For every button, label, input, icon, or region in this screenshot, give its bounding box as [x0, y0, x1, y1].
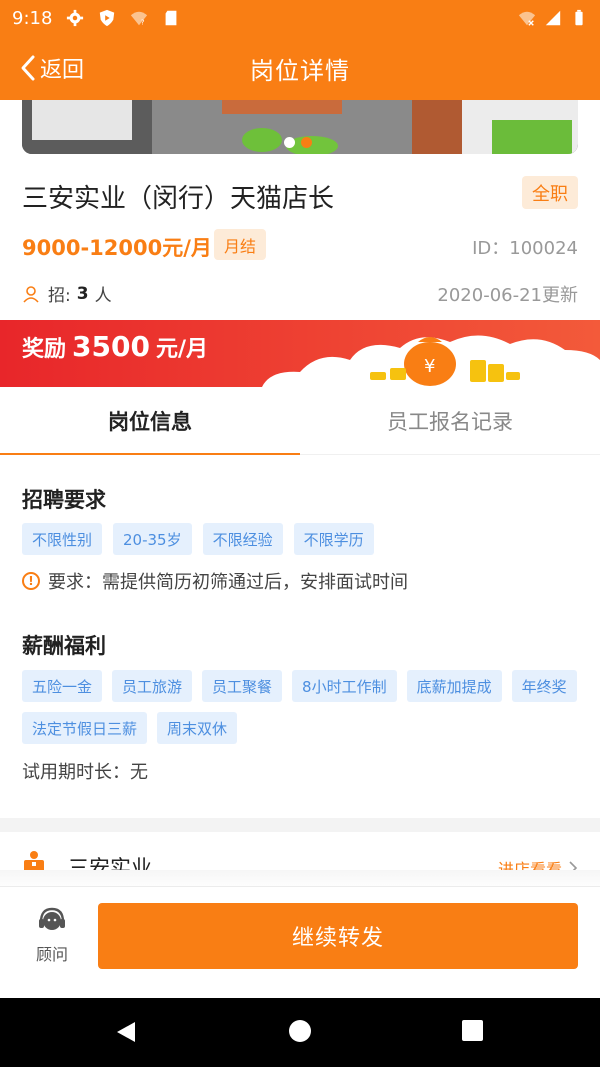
requirement-note: ! 要求：需提供简历初筛通过后，安排面试时间 [22, 568, 408, 594]
nav-recents-icon[interactable] [462, 1020, 483, 1041]
requirement-tag: 不限学历 [293, 523, 374, 555]
requirement-tag: 20-35岁 [113, 523, 192, 555]
benefit-tag: 员工聚餐 [202, 670, 283, 702]
reward-label: 奖励 [22, 337, 67, 362]
recruit-count-row: 招: 3 人 [22, 281, 112, 306]
back-label: 返回 [40, 58, 85, 83]
job-title: 三安实业（闵行）天猫店长 [22, 184, 335, 214]
benefits-tags-row1: 五险一金 员工旅游 员工聚餐 8小时工作制 底薪加提成 年终奖 [22, 670, 577, 702]
gear-icon [67, 9, 84, 27]
benefits-title: 薪酬福利 [22, 634, 106, 658]
tab-job-info[interactable]: 岗位信息 [0, 387, 300, 455]
requirement-tag: 不限性别 [22, 523, 103, 555]
job-id: ID：100024 [472, 238, 578, 259]
benefit-tag: 五险一金 [22, 670, 103, 702]
nav-back-icon[interactable] [115, 1020, 137, 1044]
update-date: 2020-06-21更新 [437, 285, 578, 306]
requirement-tag: 不限经验 [202, 523, 283, 555]
status-bar: 9:18 ? [0, 0, 600, 36]
recruit-label: 招: [48, 286, 71, 306]
recruit-count: 3 [76, 283, 89, 304]
section-divider [0, 818, 600, 832]
title-bar: 返回 岗位详情 [0, 36, 600, 100]
chevron-left-icon [21, 55, 35, 81]
benefit-tag: 法定节假日三薪 [22, 712, 148, 744]
shield-icon [100, 9, 115, 27]
trial-period: 试用期时长：无 [22, 762, 148, 783]
salary: 9000-12000元/月 [22, 236, 212, 260]
reward-amount: 3500 [72, 330, 150, 363]
svg-text:?: ? [141, 17, 145, 26]
job-type-badge: 全职 [522, 176, 578, 209]
alert-icon: ! [22, 572, 40, 590]
system-nav-bar [0, 998, 600, 1067]
advisor-button[interactable]: 顾问 [30, 905, 74, 965]
benefit-tag: 年终奖 [511, 670, 577, 702]
recruit-unit: 人 [94, 286, 112, 306]
company-icon [24, 851, 44, 872]
page-title: 岗位详情 [250, 56, 350, 85]
person-icon [23, 285, 39, 303]
bottom-action-bar: 顾问 继续转发 [0, 886, 600, 998]
continue-forward-button[interactable]: 继续转发 [98, 903, 578, 969]
benefit-tag: 周末双休 [157, 712, 238, 744]
sd-card-icon [166, 10, 177, 26]
requirement-note-text: 要求：需提供简历初筛通过后，安排面试时间 [48, 572, 408, 593]
reward-unit: 元/月 [155, 337, 208, 362]
benefits-tags-row2: 法定节假日三薪 周末双休 [22, 712, 238, 744]
carousel-dot [284, 137, 295, 148]
svg-text:¥: ¥ [424, 356, 435, 377]
advisor-label: 顾问 [35, 945, 68, 964]
carousel-dot-active [301, 137, 312, 148]
reward-text: 奖励 3500 元/月 [22, 330, 208, 363]
requirements-title: 招聘要求 [22, 488, 106, 512]
back-button[interactable]: 返回 [20, 50, 84, 86]
wifi-unknown-icon: ? [131, 11, 148, 26]
benefit-tag: 员工旅游 [112, 670, 193, 702]
carousel-indicator [284, 137, 312, 148]
headset-icon [39, 907, 65, 930]
tab-bar: 岗位信息 员工报名记录 [0, 387, 600, 455]
wifi-icon [518, 11, 536, 26]
pay-cycle-badge: 月结 [214, 229, 266, 260]
battery-icon [575, 9, 583, 26]
requirements-tags: 不限性别 20-35岁 不限经验 不限学历 [22, 523, 374, 555]
tab-signup-records[interactable]: 员工报名记录 [300, 387, 600, 454]
benefit-tag: 8小时工作制 [292, 670, 397, 702]
status-time: 9:18 [12, 7, 53, 29]
benefit-tag: 底薪加提成 [406, 670, 502, 702]
signal-icon [545, 10, 561, 26]
nav-home-icon[interactable] [289, 1020, 311, 1042]
